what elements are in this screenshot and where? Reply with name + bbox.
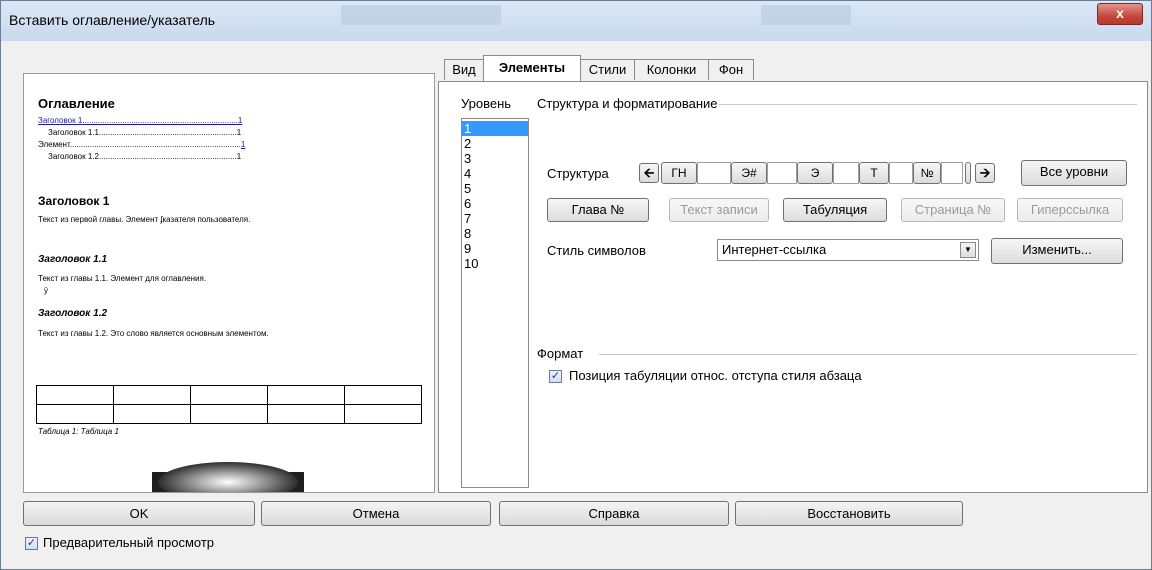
preview-toc-entry: Заголовок 1.2...........................…	[48, 152, 242, 161]
tab-styles[interactable]: Стили	[580, 59, 635, 80]
structure-token-tab[interactable]: Т	[859, 162, 889, 184]
preview-heading-1-2: Заголовок 1.2	[38, 308, 108, 319]
structure-token-page-number[interactable]: №	[913, 162, 941, 184]
tab-stop-button[interactable]: Табуляция	[783, 198, 887, 222]
preview-toc-entry: Заголовок 1.............................…	[38, 116, 243, 125]
background-window-strip	[341, 5, 501, 25]
level-item[interactable]: 7	[462, 211, 528, 226]
arrow-left-icon[interactable]: 🡨	[639, 163, 659, 183]
structure-group-label: Структура и форматирование	[537, 96, 718, 111]
tab-panel-elements: Уровень 1 2 3 4 5 6 7 8 9 10 Структура и…	[438, 81, 1148, 493]
group-separator	[599, 354, 1137, 355]
tab-background[interactable]: Фон	[708, 59, 754, 80]
format-group-label: Формат	[537, 346, 584, 361]
level-item[interactable]: 5	[462, 181, 528, 196]
preview-toc-heading: Оглавление	[38, 96, 115, 111]
preview-heading-1-1: Заголовок 1.1	[38, 254, 108, 265]
window-title: Вставить оглавление/указатель	[9, 12, 216, 28]
level-item[interactable]: 2	[462, 136, 528, 151]
structure-token-partial[interactable]	[965, 162, 971, 184]
level-item[interactable]: 3	[462, 151, 528, 166]
level-item[interactable]: 10	[462, 256, 528, 271]
preview-table-caption: Таблица 1: Таблица 1	[38, 427, 119, 436]
level-list[interactable]: 1 2 3 4 5 6 7 8 9 10	[461, 118, 529, 488]
document-preview: Оглавление Заголовок 1..................…	[23, 73, 435, 493]
tab-columns[interactable]: Колонки	[634, 59, 709, 80]
structure-token-chapter-number[interactable]: ГН	[661, 162, 697, 184]
page-number-button[interactable]: Страница №	[901, 198, 1005, 222]
dialog-content: Оглавление Заголовок 1..................…	[5, 41, 1148, 567]
preview-paragraph: Текст из главы 1.2. Это слово является о…	[38, 329, 269, 338]
cancel-button[interactable]: Отмена	[261, 501, 491, 526]
all-levels-button[interactable]: Все уровни	[1021, 160, 1127, 186]
preview-table	[36, 385, 422, 424]
structure-text-field[interactable]	[941, 162, 963, 184]
close-button[interactable]: x	[1097, 3, 1143, 25]
tab-position-checkbox[interactable]: ✓	[549, 370, 562, 383]
level-item[interactable]: 9	[462, 241, 528, 256]
title-bar: Вставить оглавление/указатель x	[1, 1, 1151, 41]
structure-text-field[interactable]	[697, 162, 731, 184]
arrow-right-icon[interactable]: 🡪	[975, 163, 995, 183]
level-label: Уровень	[461, 96, 512, 111]
chevron-down-icon[interactable]: ▼	[960, 242, 976, 258]
preview-toc-entry: Заголовок 1.1...........................…	[48, 128, 242, 137]
hyperlink-button[interactable]: Гиперссылка	[1017, 198, 1123, 222]
preview-heading-1: Заголовок 1	[38, 194, 110, 208]
structure-text-field[interactable]	[889, 162, 913, 184]
help-button[interactable]: Справка	[499, 501, 729, 526]
preview-image-highlight	[158, 462, 298, 492]
tab-view[interactable]: Вид	[444, 59, 484, 80]
level-item[interactable]: 1	[462, 121, 528, 136]
char-style-label: Стиль символов	[547, 243, 646, 258]
char-style-value: Интернет-ссылка	[722, 242, 827, 257]
char-style-select[interactable]: Интернет-ссылка ▼	[717, 239, 979, 261]
background-window-strip	[761, 5, 851, 25]
level-item[interactable]: 4	[462, 166, 528, 181]
dialog-window: Вставить оглавление/указатель x Оглавлен…	[0, 0, 1152, 570]
preview-toc-entry: Элемент.................................…	[38, 140, 246, 149]
chapter-number-button[interactable]: Глава №	[547, 198, 649, 222]
ok-button[interactable]: OK	[23, 501, 255, 526]
level-item[interactable]: 8	[462, 226, 528, 241]
preview-paragraph: Текст из главы 1.1. Элемент для оглавлен…	[38, 274, 207, 283]
preview-index-mark: ÿ	[44, 286, 48, 295]
structure-label: Структура	[547, 166, 609, 181]
preview-checkbox-label: Предварительный просмотр	[43, 535, 215, 550]
entry-text-button[interactable]: Текст записи	[669, 198, 769, 222]
preview-paragraph: Текст из первой главы. Элемент ʄказателя…	[38, 215, 251, 224]
group-separator	[719, 104, 1137, 105]
structure-text-field[interactable]	[767, 162, 797, 184]
structure-token-entry-number[interactable]: Э#	[731, 162, 767, 184]
structure-text-field[interactable]	[833, 162, 859, 184]
edit-style-button[interactable]: Изменить...	[991, 238, 1123, 264]
tab-position-label: Позиция табуляции относ. отступа стиля а…	[569, 368, 862, 383]
reset-button[interactable]: Восстановить	[735, 501, 963, 526]
structure-token-entry-text[interactable]: Э	[797, 162, 833, 184]
tab-elements[interactable]: Элементы	[483, 55, 581, 81]
level-item[interactable]: 6	[462, 196, 528, 211]
preview-checkbox[interactable]: ✓	[25, 537, 38, 550]
